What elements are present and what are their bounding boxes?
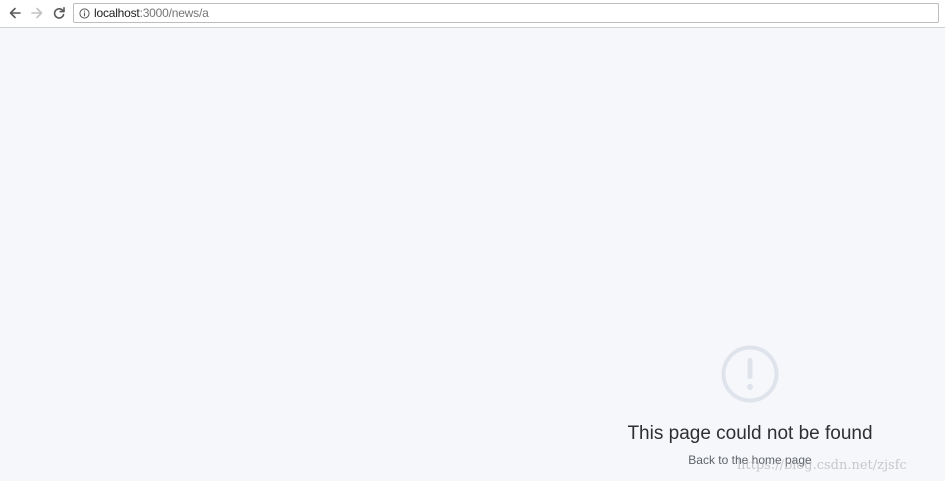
address-bar[interactable]: localhost:3000/news/a <box>73 3 939 23</box>
info-icon[interactable] <box>78 7 90 19</box>
forward-button[interactable] <box>28 4 46 22</box>
page-content: This page could not be found Back to the… <box>0 28 945 481</box>
url-host: localhost <box>94 6 140 20</box>
url-text[interactable]: localhost:3000/news/a <box>94 6 209 20</box>
arrow-right-icon <box>31 7 43 19</box>
url-path: :3000/news/a <box>139 6 209 20</box>
watermark-text: https://blog.csdn.net/zjsfc <box>737 458 907 473</box>
arrow-left-icon <box>9 7 21 19</box>
exclamation-circle-icon <box>721 345 779 403</box>
reload-icon <box>53 7 65 19</box>
browser-toolbar: localhost:3000/news/a <box>0 0 945 28</box>
reload-button[interactable] <box>50 4 68 22</box>
back-button[interactable] <box>6 4 24 22</box>
error-title: This page could not be found <box>627 423 873 444</box>
